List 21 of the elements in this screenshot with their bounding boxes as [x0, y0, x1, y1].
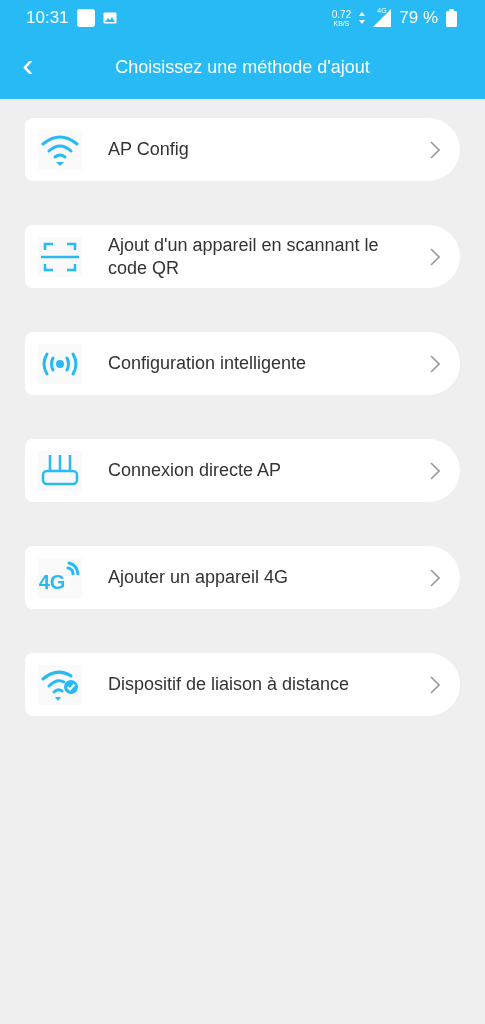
method-item[interactable]: Ajout d'un appareil en scannant le code QR [25, 225, 460, 288]
data-arrows-icon [359, 12, 366, 24]
image-icon [102, 12, 117, 24]
app-notification-icon [76, 9, 95, 27]
chevron-right-icon [430, 568, 440, 587]
method-item[interactable]: Connexion directe AP [25, 439, 460, 502]
battery-icon [446, 9, 457, 27]
chevron-right-icon [430, 675, 440, 694]
chevron-right-icon [430, 461, 440, 480]
method-item[interactable]: AP Config [25, 118, 460, 181]
battery-level: 79 % [399, 8, 438, 28]
method-item[interactable]: Configuration intelligente [25, 332, 460, 395]
method-item[interactable]: Dispositif de liaison à distance [25, 653, 460, 716]
chevron-right-icon [430, 140, 440, 159]
signal-icon [373, 9, 392, 27]
chevron-right-icon [430, 354, 440, 373]
chevron-right-icon [430, 247, 440, 266]
data-speed: 0.72 [331, 9, 352, 20]
page-title: Choisissez une méthode d'ajout [114, 57, 371, 78]
clock: 10:31 [26, 8, 69, 28]
method-item[interactable]: 4G Ajouter un appareil 4G [25, 546, 460, 609]
